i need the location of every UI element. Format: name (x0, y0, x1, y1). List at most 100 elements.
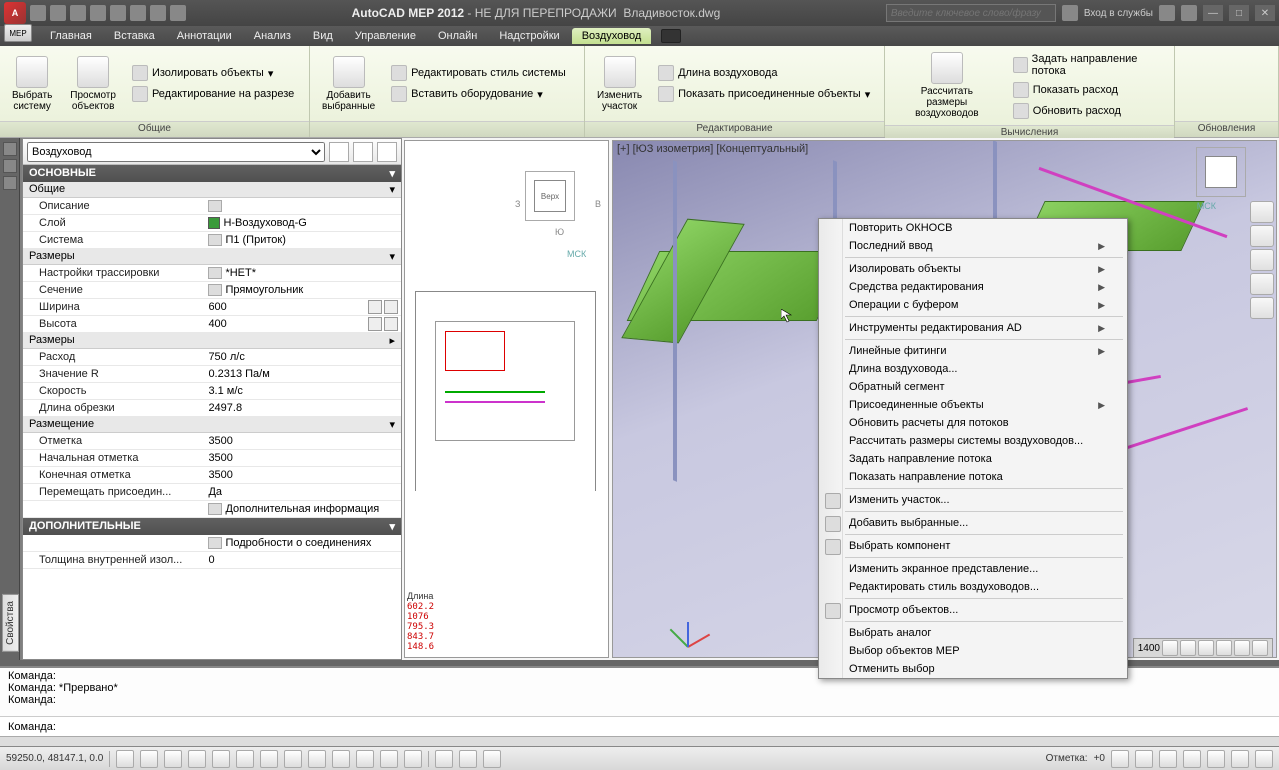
qat-more-icon[interactable] (170, 5, 186, 21)
connections-details-button[interactable]: Подробности о соединениях (23, 535, 401, 552)
property-value[interactable]: 3500 (204, 469, 401, 481)
extra-info-button[interactable]: Дополнительная информация (23, 501, 401, 518)
property-value[interactable]: 2497.8 (204, 402, 401, 414)
property-row[interactable]: Скорость3.1 м/с (23, 383, 401, 400)
object-type-select[interactable]: Воздуховод (27, 142, 325, 162)
signin-label[interactable]: Вход в службы (1084, 8, 1153, 19)
transparency-toggle[interactable] (356, 750, 374, 768)
nav-orbit-icon[interactable] (1250, 273, 1274, 295)
property-row[interactable]: Настройки трассировки*НЕТ* (23, 265, 401, 282)
coords-readout[interactable]: 59250.0, 48147.1, 0.0 (6, 753, 103, 764)
property-value[interactable]: 400 (204, 317, 401, 331)
viewport-left[interactable]: Верх С З В Ю МСК Длина602.21076795.3843.… (404, 140, 609, 658)
insert-equipment[interactable]: Вставить оборудование ▾ (389, 85, 568, 103)
edit-in-section[interactable]: Редактирование на разрезе (130, 85, 296, 103)
context-menu-item[interactable]: Выбрать компонент (819, 537, 1127, 555)
property-value[interactable]: П1 (Приток) (204, 234, 401, 246)
show-flow[interactable]: Показать расход (1011, 81, 1166, 99)
qat-save-icon[interactable] (70, 5, 86, 21)
property-value[interactable]: 0 (204, 554, 401, 566)
quick-select-icon[interactable] (329, 142, 349, 162)
qp-toggle[interactable] (380, 750, 398, 768)
vp-max-icon[interactable] (1162, 640, 1178, 656)
tab-addins-icon[interactable] (661, 29, 681, 43)
property-value[interactable]: 3500 (204, 452, 401, 464)
lineweight-toggle[interactable] (332, 750, 350, 768)
grid-toggle[interactable] (140, 750, 158, 768)
lock-icon[interactable] (384, 317, 398, 331)
view-objects[interactable]: Просмотробъектов (66, 54, 120, 114)
dyninput-toggle[interactable] (308, 750, 326, 768)
otrack-toggle[interactable] (260, 750, 278, 768)
context-menu-item[interactable]: Выбрать аналог (819, 624, 1127, 642)
sc-toggle[interactable] (404, 750, 422, 768)
property-row[interactable]: Конечная отметка3500 (23, 467, 401, 484)
qat-print-icon[interactable] (110, 5, 126, 21)
help-icon[interactable] (1181, 5, 1197, 21)
context-menu-item[interactable]: Средства редактирования▶ (819, 278, 1127, 296)
property-value[interactable]: 3500 (204, 435, 401, 447)
property-row[interactable]: Значение R0.2313 Па/м (23, 366, 401, 383)
isolate-objects[interactable]: Изолировать объекты ▾ (130, 64, 296, 82)
update-flow[interactable]: Обновить расход (1011, 102, 1166, 120)
infocenter-icon[interactable] (1062, 5, 1078, 21)
duct-length[interactable]: Длина воздуховода (656, 64, 872, 82)
command-resize-handle[interactable] (0, 736, 1279, 746)
model-paper-toggle[interactable] (435, 750, 453, 768)
category-header[interactable]: ДОПОЛНИТЕЛЬНЫЕ▾ (23, 518, 401, 535)
property-value[interactable]: 600 (204, 300, 401, 314)
property-row[interactable]: Расход750 л/с (23, 349, 401, 366)
calc-duct-sizes[interactable]: Рассчитатьразмеры воздуховодов (893, 50, 1001, 121)
select-objects-icon[interactable] (353, 142, 373, 162)
subcategory-header[interactable]: Размеры▾ (23, 249, 401, 265)
quickview-drawings-icon[interactable] (483, 750, 501, 768)
context-menu-item[interactable]: Просмотр объектов... (819, 601, 1127, 619)
toggle-pim-icon[interactable] (377, 142, 397, 162)
context-menu-item[interactable]: Обновить расчеты для потоков (819, 414, 1127, 432)
modify-run[interactable]: Изменитьучасток (593, 54, 646, 114)
status-annoscale-icon[interactable] (1135, 750, 1153, 768)
status-isolate-icon[interactable] (1231, 750, 1249, 768)
3dosnap-toggle[interactable] (236, 750, 254, 768)
osnap-toggle[interactable] (212, 750, 230, 768)
subcategory-header[interactable]: Размещение▾ (23, 417, 401, 433)
vp-iso-icon[interactable] (1216, 640, 1232, 656)
viewcube-face[interactable]: Верх (534, 180, 566, 212)
help-search-input[interactable] (886, 4, 1056, 22)
polar-toggle[interactable] (188, 750, 206, 768)
property-value[interactable]: Прямоугольник (204, 284, 401, 296)
status-hardware-accel-icon[interactable] (1207, 750, 1225, 768)
context-menu-item[interactable]: Добавить выбранные... (819, 514, 1127, 532)
qat-redo-icon[interactable] (150, 5, 166, 21)
add-selected[interactable]: Добавитьвыбранные (318, 54, 379, 114)
app-menu-button[interactable]: A (4, 2, 26, 24)
quickview-layouts-icon[interactable] (459, 750, 477, 768)
property-row[interactable]: Перемещать присоедин...Да (23, 484, 401, 501)
tab-анализ[interactable]: Анализ (244, 28, 301, 44)
property-row[interactable]: Описание (23, 198, 401, 215)
property-value[interactable]: Н-Воздуховод-G (204, 217, 401, 229)
property-row[interactable]: Длина обрезки2497.8 (23, 400, 401, 417)
lock-icon[interactable] (384, 300, 398, 314)
show-connected[interactable]: Показать присоединенные объекты ▾ (656, 85, 872, 103)
context-menu-item[interactable]: Операции с буфером▶ (819, 296, 1127, 314)
context-menu-item[interactable]: Обратный сегмент (819, 378, 1127, 396)
property-value[interactable]: Да (204, 486, 401, 498)
tab-вставка[interactable]: Вставка (104, 28, 165, 44)
minimize-button[interactable]: — (1203, 5, 1223, 21)
tab-онлайн[interactable]: Онлайн (428, 28, 487, 44)
ortho-toggle[interactable] (164, 750, 182, 768)
subcategory-header[interactable]: Общие▾ (23, 182, 401, 198)
status-lock-ui-icon[interactable] (1183, 750, 1201, 768)
property-row[interactable]: Толщина внутренней изол...0 (23, 552, 401, 569)
property-value[interactable]: 750 л/с (204, 351, 401, 363)
qat-undo-icon[interactable] (130, 5, 146, 21)
property-value[interactable]: 3.1 м/с (204, 385, 401, 397)
status-ws-icon[interactable] (1159, 750, 1177, 768)
tab-главная[interactable]: Главная (40, 28, 102, 44)
context-menu-item[interactable]: Последний ввод▶ (819, 237, 1127, 255)
context-menu-item[interactable]: Изменить экранное представление... (819, 560, 1127, 578)
palette-anchor-icon[interactable] (3, 142, 17, 156)
property-row[interactable]: СечениеПрямоугольник (23, 282, 401, 299)
property-value[interactable]: 0.2313 Па/м (204, 368, 401, 380)
